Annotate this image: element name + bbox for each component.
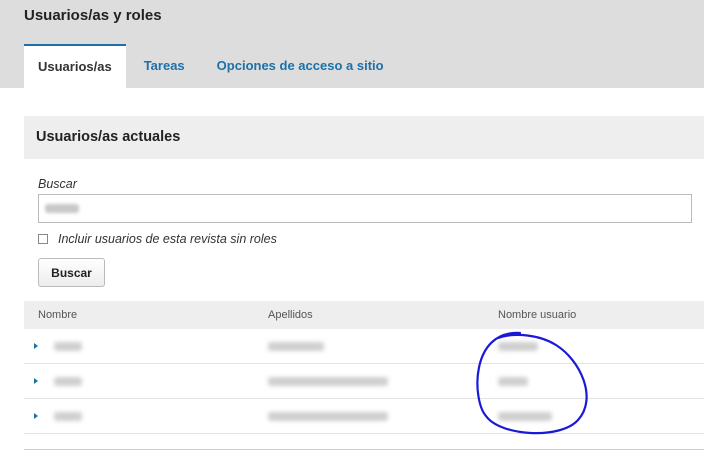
search-button[interactable]: Buscar: [38, 258, 105, 287]
redacted-username: [498, 377, 528, 386]
tab-opciones-acceso[interactable]: Opciones de acceso a sitio: [203, 44, 398, 88]
table-row[interactable]: [24, 329, 704, 364]
caret-right-icon[interactable]: [34, 378, 38, 384]
header-nombre: Nombre: [38, 309, 78, 321]
redacted-last-name: [268, 342, 324, 351]
divider: [24, 449, 704, 450]
table-header: Nombre Apellidos Nombre usuario: [24, 301, 704, 329]
tab-bar: Usuarios/as Tareas Opciones de acceso a …: [24, 44, 398, 88]
users-panel: Usuarios/as actuales Buscar Incluir usua…: [24, 116, 704, 458]
search-input[interactable]: [38, 194, 692, 223]
caret-right-icon[interactable]: [34, 343, 38, 349]
header-apellidos: Apellidos: [268, 309, 313, 321]
panel-title: Usuarios/as actuales: [24, 116, 704, 159]
table-row[interactable]: [24, 399, 704, 434]
caret-right-icon[interactable]: [34, 413, 38, 419]
redacted-first-name: [54, 342, 82, 351]
search-label: Buscar: [38, 177, 77, 191]
users-table: Nombre Apellidos Nombre usuario: [24, 301, 704, 434]
redacted-username: [498, 412, 552, 421]
tab-usuarios[interactable]: Usuarios/as: [24, 44, 126, 88]
include-no-roles-label[interactable]: Incluir usuarios de esta revista sin rol…: [58, 232, 277, 246]
redacted-first-name: [54, 377, 82, 386]
header-nombre-usuario: Nombre usuario: [498, 309, 577, 321]
redacted-search-value: [45, 204, 79, 213]
tab-tareas[interactable]: Tareas: [130, 44, 199, 88]
table-row[interactable]: [24, 364, 704, 399]
redacted-last-name: [268, 377, 388, 386]
redacted-last-name: [268, 412, 388, 421]
include-no-roles-checkbox[interactable]: [38, 234, 48, 244]
redacted-first-name: [54, 412, 82, 421]
redacted-username: [498, 342, 538, 351]
page-title: Usuarios/as y roles: [24, 7, 162, 24]
include-no-roles-row: Incluir usuarios de esta revista sin rol…: [38, 232, 277, 246]
